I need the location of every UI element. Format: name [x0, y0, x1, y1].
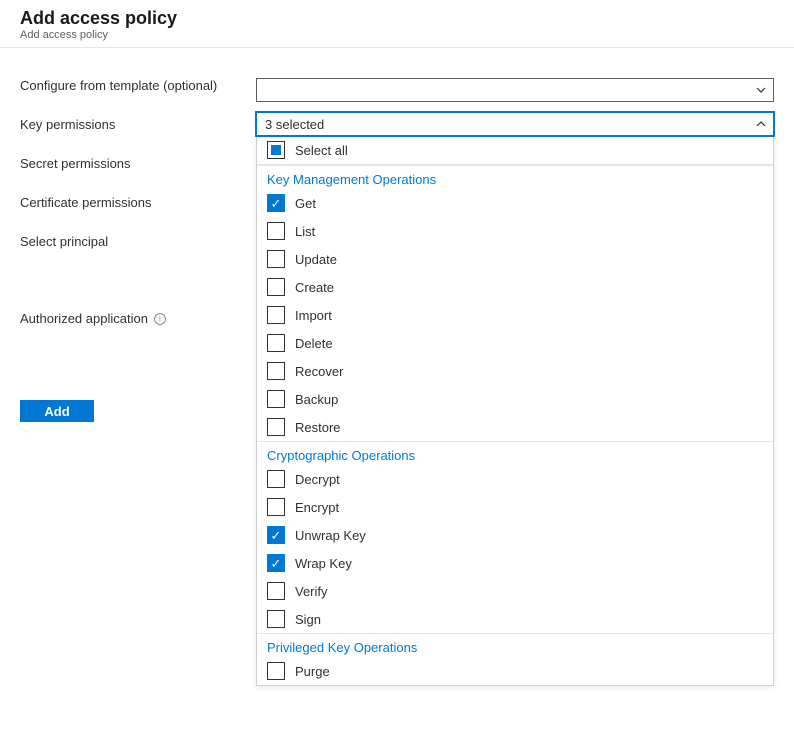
checkmark-icon: ✓ [271, 529, 282, 542]
breadcrumb: Add access policy [20, 29, 774, 41]
permission-option[interactable]: Update [257, 245, 773, 273]
permission-option-label: Restore [295, 420, 341, 435]
permission-option[interactable]: Sign [257, 605, 773, 633]
secret-permissions-label: Secret permissions [20, 156, 242, 171]
permission-option[interactable]: Restore [257, 413, 773, 441]
permission-group-header: Key Management Operations [257, 165, 773, 189]
permission-option-label: Import [295, 308, 332, 323]
checkbox-indeterminate-icon [267, 141, 285, 159]
select-all-label: Select all [295, 143, 348, 158]
checkbox-unchecked-icon [267, 250, 285, 268]
checkbox-unchecked-icon [267, 306, 285, 324]
permission-option-label: Decrypt [295, 472, 340, 487]
permission-option-label: Backup [295, 392, 338, 407]
permission-option[interactable]: ✓ Unwrap Key [257, 521, 773, 549]
chevron-up-icon [755, 118, 767, 130]
checkbox-checked-icon: ✓ [267, 526, 285, 544]
permission-option-label: List [295, 224, 315, 239]
key-permissions-select-wrapper: 3 selected Select all Key Management Ope… [256, 112, 774, 686]
checkbox-unchecked-icon [267, 662, 285, 680]
info-icon[interactable]: i [154, 313, 166, 325]
checkbox-unchecked-icon [267, 390, 285, 408]
permission-option-label: Update [295, 252, 337, 267]
checkbox-unchecked-icon [267, 362, 285, 380]
left-column: Configure from template (optional) Key p… [20, 78, 242, 686]
permission-option-label: Purge [295, 664, 330, 679]
key-permissions-dropdown: Select all Key Management Operations ✓ Get… [256, 136, 774, 686]
select-all-option[interactable]: Select all [257, 136, 773, 165]
permission-group-header: Cryptographic Operations [257, 441, 773, 465]
permission-option-label: Verify [295, 584, 328, 599]
right-column: 3 selected Select all Key Management Ope… [256, 78, 774, 686]
form-area: Configure from template (optional) Key p… [0, 48, 794, 686]
key-permissions-label: Key permissions [20, 117, 242, 132]
permission-option[interactable]: ✓ Get [257, 189, 773, 217]
chevron-down-icon [755, 84, 767, 96]
authorized-application-row: Authorized application i [20, 311, 242, 326]
permission-option-label: Sign [295, 612, 321, 627]
checkbox-checked-icon: ✓ [267, 194, 285, 212]
page-title: Add access policy [20, 8, 774, 29]
permission-option[interactable]: Decrypt [257, 465, 773, 493]
permission-option-label: Create [295, 280, 334, 295]
permission-option[interactable]: Verify [257, 577, 773, 605]
permission-option[interactable]: Import [257, 301, 773, 329]
configure-template-select[interactable] [256, 78, 774, 102]
checkbox-unchecked-icon [267, 498, 285, 516]
permission-option-label: Unwrap Key [295, 528, 366, 543]
permission-option-label: Get [295, 196, 316, 211]
checkbox-checked-icon: ✓ [267, 554, 285, 572]
permission-option[interactable]: Purge [257, 657, 773, 685]
permission-option[interactable]: ✓ Wrap Key [257, 549, 773, 577]
permission-option-label: Encrypt [295, 500, 339, 515]
checkbox-unchecked-icon [267, 582, 285, 600]
permission-option-label: Recover [295, 364, 343, 379]
add-button[interactable]: Add [20, 400, 94, 422]
certificate-permissions-label: Certificate permissions [20, 195, 242, 210]
key-permissions-summary: 3 selected [265, 117, 324, 132]
permission-option-label: Delete [295, 336, 333, 351]
permission-option[interactable]: Backup [257, 385, 773, 413]
permission-option[interactable]: Encrypt [257, 493, 773, 521]
checkmark-icon: ✓ [271, 557, 282, 570]
authorized-application-label: Authorized application [20, 311, 148, 326]
configure-template-label: Configure from template (optional) [20, 78, 242, 93]
permission-option[interactable]: Recover [257, 357, 773, 385]
checkbox-unchecked-icon [267, 418, 285, 436]
checkbox-unchecked-icon [267, 222, 285, 240]
permission-group-header: Privileged Key Operations [257, 633, 773, 657]
select-principal-label: Select principal [20, 234, 242, 249]
checkbox-unchecked-icon [267, 610, 285, 628]
permission-option[interactable]: Create [257, 273, 773, 301]
checkbox-unchecked-icon [267, 470, 285, 488]
permission-option[interactable]: Delete [257, 329, 773, 357]
checkbox-unchecked-icon [267, 278, 285, 296]
checkbox-unchecked-icon [267, 334, 285, 352]
permission-option-label: Wrap Key [295, 556, 352, 571]
key-permissions-select[interactable]: 3 selected [256, 112, 774, 136]
checkmark-icon: ✓ [271, 197, 282, 210]
page-header: Add access policy Add access policy [0, 0, 794, 48]
permission-option[interactable]: List [257, 217, 773, 245]
